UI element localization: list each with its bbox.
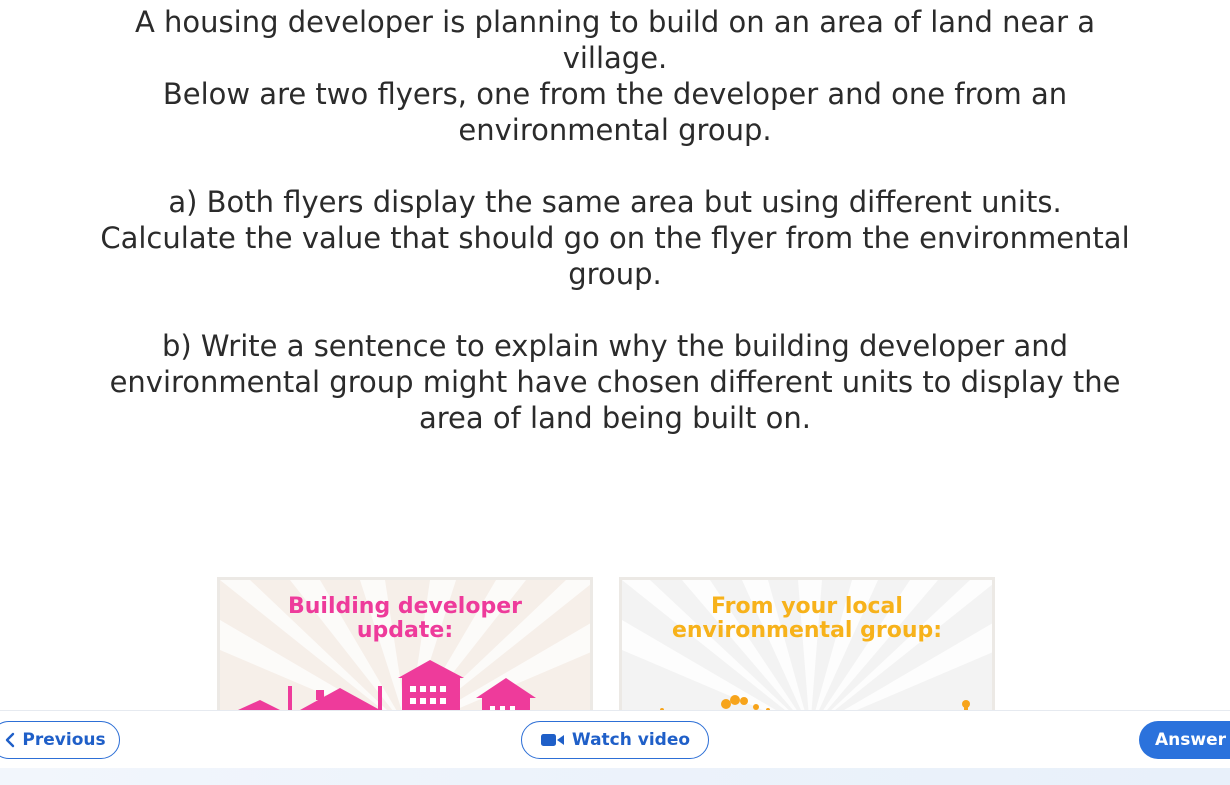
chevron-left-icon: [4, 732, 16, 748]
part-a-line: group.: [568, 257, 662, 291]
previous-button[interactable]: Previous: [0, 721, 120, 759]
intro-line: environmental group.: [458, 113, 772, 147]
lesson-page: A housing developer is planning to build…: [0, 0, 1230, 785]
houses-icon: [238, 660, 536, 710]
watch-video-label: Watch video: [571, 730, 691, 750]
part-b-line: b) Write a sentence to explain why the b…: [161, 329, 1069, 363]
developer-flyer: Building developer update:: [217, 577, 593, 710]
answer-label: Answer: [1155, 730, 1226, 750]
previous-label: Previous: [22, 730, 106, 750]
part-b-line: area of land being built on.: [418, 401, 812, 435]
flyers-area: Building developer update: From your loc…: [217, 577, 995, 710]
trees-icon: [660, 695, 970, 710]
watch-video-button[interactable]: Watch video: [521, 721, 709, 759]
video-camera-icon: [540, 733, 566, 747]
part-a-line: a) Both flyers display the same area but…: [168, 185, 1062, 219]
intro-line: A housing developer is planning to build…: [135, 5, 1095, 39]
answer-button[interactable]: Answer: [1139, 721, 1230, 759]
navigation-bar: Previous Watch video Answer: [0, 710, 1230, 771]
part-a-line: Calculate the value that should go on th…: [100, 221, 1130, 255]
part-b-line: environmental group might have chosen di…: [109, 365, 1121, 399]
intro-line: village.: [562, 41, 668, 75]
environmental-flyer-title: From your local environmental group:: [671, 594, 943, 643]
footer-strip: [0, 768, 1230, 785]
developer-flyer-title: Building developer update:: [288, 594, 522, 643]
environmental-flyer: From your local environmental group:: [619, 577, 995, 710]
question-text: A housing developer is planning to build…: [0, 0, 1230, 436]
intro-line: Below are two flyers, one from the devel…: [162, 77, 1068, 111]
